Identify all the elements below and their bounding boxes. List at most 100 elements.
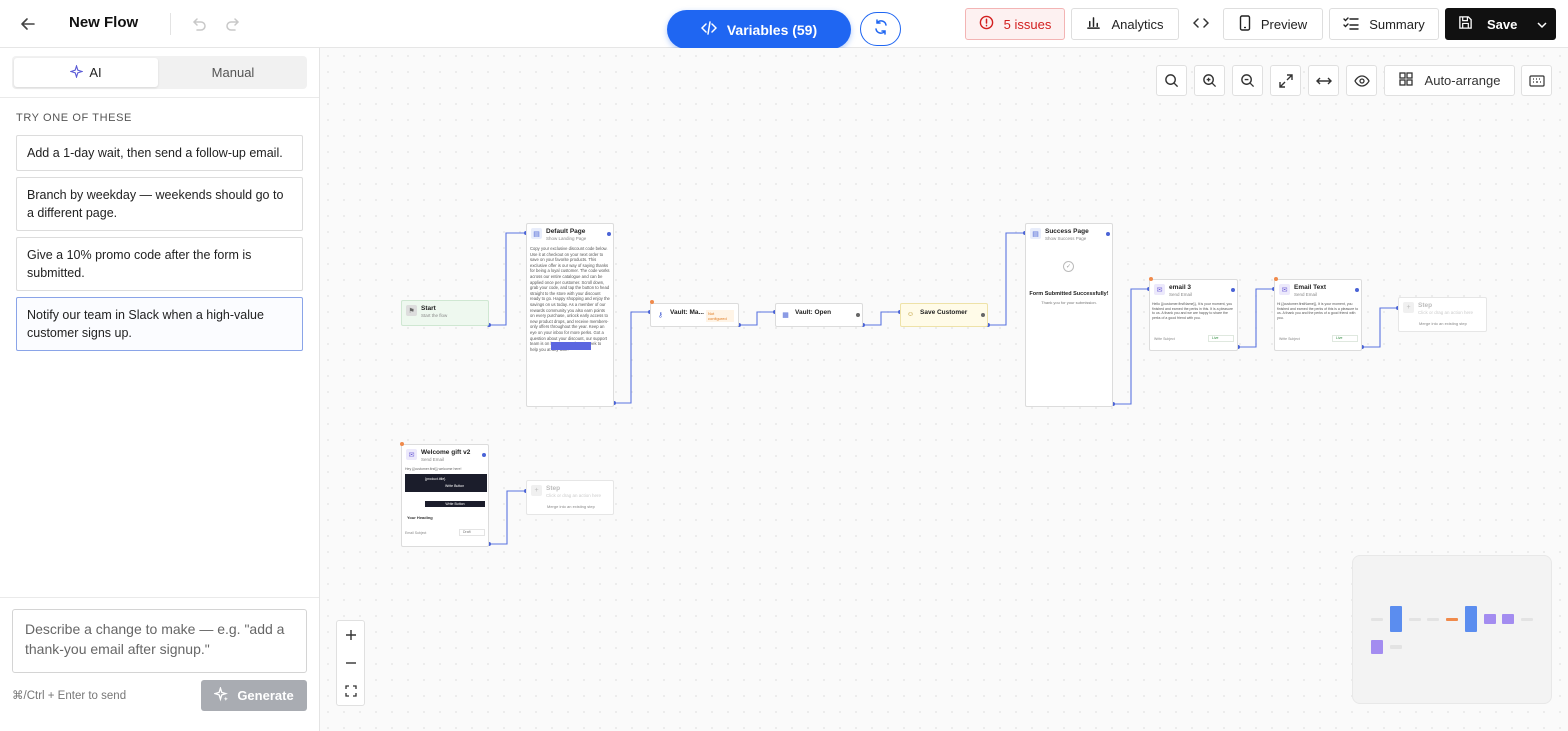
node-header: ☺ Save Customer: [905, 309, 983, 325]
zoom-in-icon[interactable]: [1194, 65, 1225, 96]
variables-button[interactable]: Variables (59): [667, 10, 851, 49]
undo-icon[interactable]: [190, 15, 208, 33]
minimap[interactable]: [1352, 555, 1552, 704]
analytics-label: Analytics: [1111, 16, 1164, 32]
node-email-text[interactable]: ✉ Email Text Send Email Hi {{customer.fi…: [1274, 279, 1362, 351]
node-port[interactable]: [482, 453, 486, 457]
auto-arrange-label: Auto-arrange: [1424, 73, 1501, 88]
sparkle-icon: [69, 63, 85, 81]
node-email-3[interactable]: ✉ email 3 Send Email Hello {{customer.fi…: [1149, 279, 1238, 351]
expand-icon[interactable]: [1270, 65, 1301, 96]
plus-icon[interactable]: [337, 621, 364, 649]
status-dot: [650, 300, 654, 304]
eye-icon[interactable]: [1346, 65, 1377, 96]
generate-label: Generate: [237, 688, 294, 703]
divider: [0, 597, 319, 598]
search-icon[interactable]: [1156, 65, 1187, 96]
suggestion-item[interactable]: Branch by weekday — weekends should go t…: [16, 177, 303, 231]
edge: [614, 311, 650, 404]
mail-icon: ✉: [406, 449, 417, 460]
zoom-controls: [336, 620, 365, 706]
node-port[interactable]: [981, 313, 985, 317]
suggestion-text: Give a 10% promo code after the form is …: [27, 248, 252, 280]
summary-button[interactable]: Summary: [1329, 8, 1439, 40]
redo-icon[interactable]: [224, 15, 242, 33]
node-subtitle: Send Email: [1294, 292, 1318, 297]
page-icon: ▤: [531, 228, 542, 239]
node-port[interactable]: [1355, 288, 1359, 292]
auto-arrange-button[interactable]: Auto-arrange: [1384, 65, 1515, 96]
node-port[interactable]: [856, 313, 860, 317]
node-success-page[interactable]: ▤ Success Page Show Success Page ✓ Form …: [1025, 223, 1113, 407]
flow-canvas[interactable]: Auto-arrange ⚑ Start Start the flow ▤ De…: [320, 48, 1568, 731]
node-port[interactable]: [1231, 288, 1235, 292]
node-header: ▤ Default Page Show Landing Page: [531, 228, 609, 244]
tab-ai[interactable]: AI: [14, 58, 158, 87]
node-subtitle: Click or drag an action here: [1418, 310, 1474, 315]
generate-button[interactable]: Generate: [201, 680, 307, 711]
node-save-customer[interactable]: ☺ Save Customer: [900, 303, 988, 327]
keyboard-icon[interactable]: [1521, 65, 1552, 96]
node-subtitle: Send Email: [1169, 292, 1193, 297]
prompt-input[interactable]: Describe a change to make — e.g. "add a …: [12, 609, 307, 673]
node-title: email 3: [1169, 284, 1192, 291]
zoom-out-icon[interactable]: [1232, 65, 1263, 96]
back-arrow-icon[interactable]: [18, 14, 38, 34]
status-badge: Live: [1332, 335, 1358, 342]
node-title: Save Customer: [920, 309, 968, 316]
node-subtitle: Show Success Page: [1045, 236, 1087, 241]
minimap-node: [1427, 618, 1439, 621]
analytics-button[interactable]: Analytics: [1071, 8, 1179, 40]
flag-icon: ⚑: [406, 305, 417, 316]
chevron-down-icon[interactable]: [1537, 17, 1547, 32]
divider: [0, 97, 319, 98]
merge-hint[interactable]: Merge into an existing step: [1419, 321, 1467, 326]
mail-icon: ✉: [1154, 284, 1165, 295]
save-button[interactable]: Save: [1445, 8, 1556, 40]
send-hint: ⌘/Ctrl + Enter to send: [12, 690, 127, 702]
code-icon: [700, 21, 717, 38]
page-icon: ▤: [1030, 228, 1041, 239]
node-title: Step: [1418, 302, 1433, 309]
flow-title[interactable]: New Flow: [69, 14, 138, 31]
node-step-placeholder[interactable]: + Step Click or drag an action here Merg…: [526, 480, 614, 515]
minus-icon[interactable]: [337, 649, 364, 677]
tab-manual[interactable]: Manual: [161, 58, 305, 87]
node-default-page[interactable]: ▤ Default Page Show Landing Page Copy yo…: [526, 223, 614, 407]
node-vault-match[interactable]: ⚷ Vault: Ma... Not configured: [650, 303, 739, 327]
node-port[interactable]: [1106, 232, 1110, 236]
fit-view-icon[interactable]: [337, 677, 364, 705]
vault-icon: ▦: [782, 311, 789, 319]
minimap-node: [1390, 606, 1402, 632]
node-vault-open[interactable]: ▦ Vault: Open: [775, 303, 863, 327]
email-preview-text: Hi {{customer.firstName}}, It is your mo…: [1277, 302, 1359, 320]
fit-width-icon[interactable]: [1308, 65, 1339, 96]
preview-button[interactable]: Preview: [1223, 8, 1323, 40]
node-start[interactable]: ⚑ Start Start the flow: [401, 300, 489, 326]
page-preview-text: Copy your exclusive discount code below.…: [530, 246, 610, 352]
node-title: Vault: Open: [795, 309, 832, 316]
user-icon: ☺: [906, 311, 915, 318]
suggestion-item[interactable]: Give a 10% promo code after the form is …: [16, 237, 303, 291]
refresh-button[interactable]: [860, 12, 901, 46]
embed-code-button[interactable]: [1185, 8, 1217, 40]
node-title: Default Page: [546, 228, 586, 235]
node-subtitle: Send Email: [421, 457, 445, 462]
minimap-node: [1371, 618, 1383, 621]
edge: [1362, 307, 1398, 348]
issues-button[interactable]: 5 issues: [965, 8, 1065, 40]
node-step-placeholder[interactable]: + Step Click or drag an action here Merg…: [1398, 297, 1487, 332]
node-welcome-gift[interactable]: ✉ Welcome gift v2 Send Email Hey {{custo…: [401, 444, 489, 547]
node-header: ✉ Email Text Send Email: [1279, 284, 1357, 300]
node-port[interactable]: [607, 232, 611, 236]
page-preview-button: [551, 342, 591, 350]
suggestion-text: Notify our team in Slack when a high-val…: [27, 308, 264, 340]
phone-icon: [1239, 14, 1251, 34]
tab-manual-label: Manual: [211, 65, 255, 80]
suggestion-item[interactable]: Add a 1-day wait, then send a follow-up …: [16, 135, 303, 171]
merge-hint[interactable]: Merge into an existing step: [547, 504, 595, 509]
status-badge: Live: [1208, 335, 1234, 342]
edge: [988, 232, 1025, 326]
node-title: Welcome gift v2: [421, 449, 471, 456]
suggestion-item[interactable]: Notify our team in Slack when a high-val…: [16, 297, 303, 351]
